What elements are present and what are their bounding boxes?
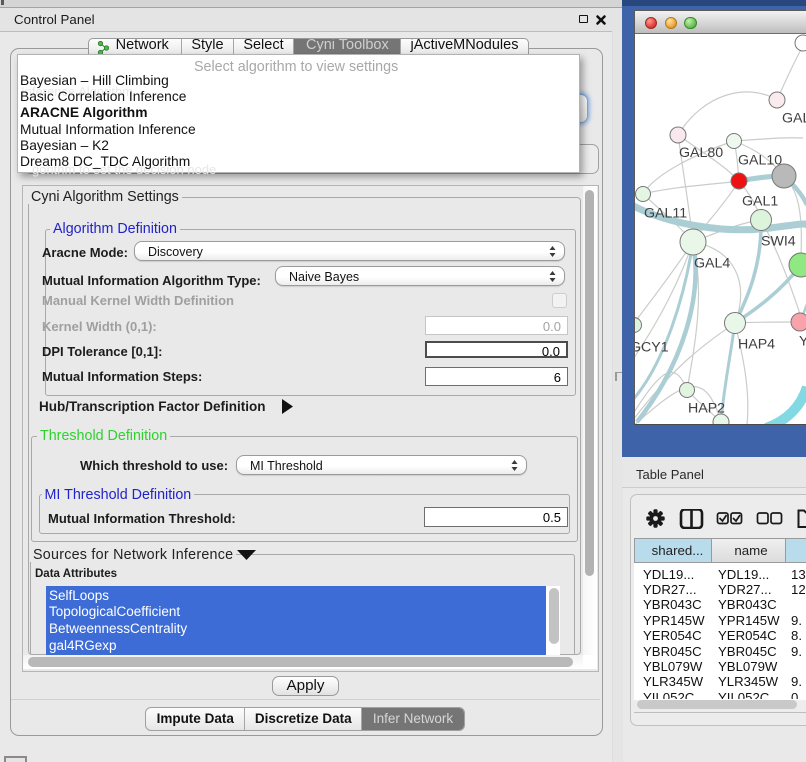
svg-text:Y: Y [799, 334, 806, 350]
svg-text:HAP4: HAP4 [738, 337, 775, 353]
svg-text:GAL11: GAL11 [644, 206, 687, 222]
svg-text:GAL1: GAL1 [742, 194, 778, 210]
svg-text:GAL10: GAL10 [738, 153, 782, 169]
svg-text:GAL: GAL [782, 111, 806, 127]
svg-text:GCY1: GCY1 [635, 340, 669, 356]
svg-text:GAL4: GAL4 [694, 256, 730, 272]
svg-text:HAP2: HAP2 [688, 401, 725, 417]
svg-text:SWI4: SWI4 [761, 234, 796, 250]
svg-text:GAL80: GAL80 [679, 145, 723, 161]
